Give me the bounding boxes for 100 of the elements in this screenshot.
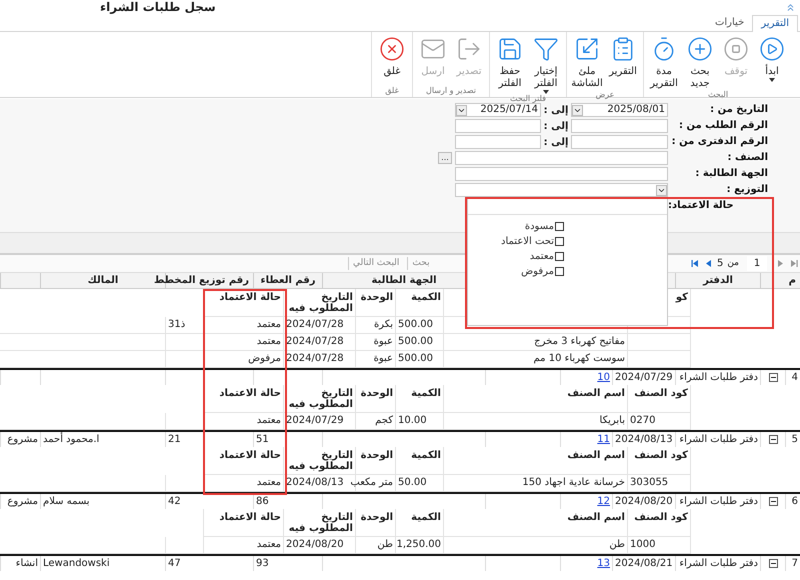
ribbon-button[interactable]: غلق xyxy=(374,32,410,86)
filter-label: الرقم الدفترى من : xyxy=(670,135,768,149)
group-label: فلتر البحث xyxy=(510,94,546,104)
ribbon-button[interactable]: ملئ الشاشة xyxy=(569,32,605,90)
table-cell: 500.00 xyxy=(395,317,443,334)
group-label: البحث xyxy=(708,90,728,101)
column-header: اسم الصنف xyxy=(443,385,627,413)
table-cell: Lewandowski xyxy=(43,558,110,569)
page-count: 5 xyxy=(716,257,724,271)
checkbox[interactable] xyxy=(555,267,564,276)
input-field[interactable] xyxy=(455,167,668,181)
previous-page-icon[interactable] xyxy=(776,259,785,268)
table-cell: انشاء xyxy=(16,558,38,569)
ribbon-button[interactable]: ابدأ xyxy=(754,32,790,90)
ribbon-button[interactable]: التقرير xyxy=(605,32,641,90)
collapse-toggle[interactable] xyxy=(768,373,778,382)
input-field[interactable] xyxy=(571,119,668,133)
column-header: الوحدة xyxy=(355,289,395,317)
table-cell: 93 xyxy=(256,558,269,569)
to-label: إلى : xyxy=(542,104,570,118)
close-icon xyxy=(379,36,405,62)
input-field[interactable] xyxy=(571,135,668,149)
checkbox-option[interactable]: تحت الاعتماد xyxy=(468,234,564,249)
column-header: كود الصنف xyxy=(627,509,690,537)
table-cell: 51 xyxy=(256,434,269,445)
plus-icon xyxy=(687,36,713,62)
collapse-toggle[interactable] xyxy=(768,559,778,568)
column-header: اسم الصنف xyxy=(443,509,627,537)
column-header: رقم العطاء xyxy=(260,275,316,286)
export-icon xyxy=(456,36,482,62)
column-header: كود الصنف xyxy=(627,385,690,413)
table-cell: معتمد xyxy=(203,334,283,351)
collapse-toggle[interactable] xyxy=(768,497,778,506)
column-header: الكمية xyxy=(395,447,443,475)
group-label: تصدير و ارسال xyxy=(426,86,476,97)
filter-label: حالة الاعتماد: xyxy=(668,199,735,213)
column-header: التاريخ المطلوب فيه xyxy=(283,385,355,413)
page-field[interactable]: 1 xyxy=(747,256,767,271)
ribbon-button[interactable]: مدة التقرير xyxy=(646,32,682,90)
table-cell: 2024/08/21 xyxy=(612,556,675,571)
stop-icon xyxy=(723,36,749,62)
checkbox-option[interactable]: مسودة xyxy=(468,219,564,234)
column-header: الوحدة xyxy=(355,385,395,413)
ribbon-button[interactable]: حفظ الفلتر xyxy=(492,32,528,94)
browse-button[interactable]: ... xyxy=(438,152,452,164)
to-label: إلى : xyxy=(542,136,570,150)
last-page-icon[interactable] xyxy=(690,259,700,268)
column-header: الكمية xyxy=(395,385,443,413)
table-cell: بكرة xyxy=(355,317,395,334)
dropdown-field[interactable] xyxy=(455,183,668,197)
filter-icon xyxy=(533,36,559,62)
filter-label: الصنف : xyxy=(726,151,768,165)
ribbon-button[interactable]: إختيار الفلتر xyxy=(528,32,564,94)
column-header: الجهة الطالبة xyxy=(371,275,437,286)
input-field[interactable] xyxy=(455,119,541,133)
column-header: اسم الصنف xyxy=(443,447,627,475)
play-icon xyxy=(759,36,785,62)
table-cell: ا.محمود أحمد xyxy=(43,434,100,445)
next-page-icon[interactable] xyxy=(704,259,713,268)
checkbox[interactable] xyxy=(555,237,564,246)
resize-icon xyxy=(574,36,600,62)
table-cell: مشروع xyxy=(7,434,38,445)
checkbox[interactable] xyxy=(555,222,564,231)
ribbon-tab[interactable]: خيارات xyxy=(706,14,752,31)
input-field[interactable] xyxy=(455,135,541,149)
request-link[interactable]: 13 xyxy=(597,558,610,569)
filter-label: التوزيع : xyxy=(726,183,768,197)
table-cell: بسمه سلام xyxy=(43,496,90,507)
checkbox-option[interactable]: مرفوض xyxy=(468,264,564,279)
table-cell: عبوة xyxy=(355,334,395,351)
column-header: التاريخ المطلوب فيه xyxy=(283,447,355,475)
column-header: م xyxy=(788,275,796,286)
collapse-toggle[interactable] xyxy=(768,435,778,444)
column-header: حالة الاعتماد xyxy=(203,509,283,537)
column-header: كود الصنف xyxy=(627,447,690,475)
first-page-icon[interactable] xyxy=(789,259,798,268)
date-picker[interactable]: 2025/08/01 xyxy=(571,103,668,117)
date-picker[interactable]: 2025/07/14 xyxy=(455,103,541,117)
window-title: سجل طلبات الشراء xyxy=(100,0,216,14)
column-header: الدفتر xyxy=(703,275,733,286)
column-header: التاريخ المطلوب فيه xyxy=(283,509,355,537)
request-link[interactable]: 11 xyxy=(597,434,610,445)
input-field[interactable] xyxy=(455,151,668,165)
checkbox[interactable] xyxy=(555,252,564,261)
column-header: المالك xyxy=(88,275,118,286)
column-header: الكمية xyxy=(395,509,443,537)
collapse-ribbon-icon[interactable] xyxy=(785,2,796,12)
table-cell: مفاتيح كهرباء 3 مخرج xyxy=(443,334,627,351)
column-header: التاريخ المطلوب فيه xyxy=(283,289,355,317)
filter-label: الجهة الطالبة : xyxy=(694,167,768,181)
table-cell: 86 xyxy=(256,496,269,507)
table-cell: 2024/07/28 xyxy=(283,334,355,351)
table-cell: 21 xyxy=(168,434,181,445)
checkbox-option[interactable]: معتمد xyxy=(468,249,564,264)
ribbon-tab[interactable]: التقرير xyxy=(752,15,798,32)
table-cell: 2024/07/28 xyxy=(283,317,355,334)
request-link[interactable]: 12 xyxy=(597,496,610,507)
ribbon-button[interactable]: بحث جديد xyxy=(682,32,718,90)
group-label: عرض xyxy=(596,90,614,101)
request-link[interactable]: 10 xyxy=(597,372,610,383)
